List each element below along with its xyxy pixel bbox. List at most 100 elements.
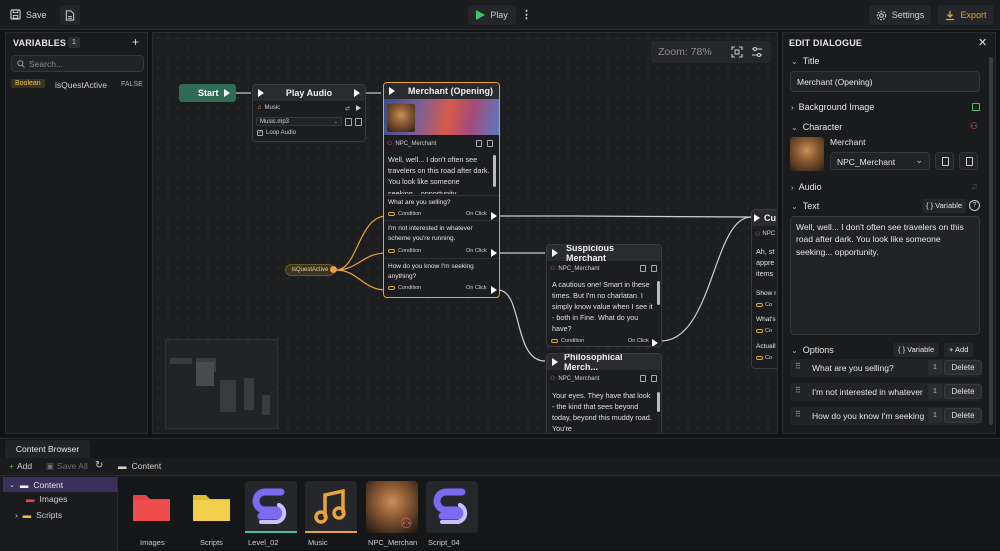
asset-script-04[interactable] bbox=[426, 481, 478, 533]
options-variable-button[interactable]: { } Variable bbox=[893, 343, 940, 357]
condition-port[interactable]: Condition bbox=[388, 285, 421, 291]
minimap[interactable] bbox=[165, 339, 278, 429]
shuffle-icon[interactable]: ⇄ bbox=[345, 105, 350, 112]
zoom-label: Zoom: 78% bbox=[658, 46, 712, 58]
option-row[interactable]: ⠿ I'm not interested in whatever 1 Delet… bbox=[790, 383, 982, 401]
merchant-opening-node[interactable]: Merchant (Opening) ⚇ NPC_Merchant Well, … bbox=[383, 82, 500, 298]
asset-music[interactable] bbox=[305, 481, 357, 533]
document-icon[interactable] bbox=[651, 265, 657, 272]
fit-screen-icon[interactable] bbox=[731, 46, 743, 58]
document-icon[interactable] bbox=[640, 265, 646, 272]
search-input[interactable]: Search... bbox=[29, 59, 63, 69]
input-play-icon[interactable] bbox=[258, 89, 264, 97]
asset-images-folder[interactable] bbox=[126, 481, 178, 533]
tree-item-images[interactable]: ▬ Images bbox=[26, 494, 67, 504]
export-button[interactable]: Export bbox=[938, 5, 994, 25]
text-section-header[interactable]: ⌄ Text bbox=[783, 197, 1000, 215]
text-variable-button[interactable]: { } Variable bbox=[922, 199, 967, 213]
condition-port[interactable]: Condition bbox=[388, 211, 421, 217]
variable-row[interactable]: Boolean isQuestActive FALSE bbox=[6, 78, 147, 92]
variable-output-port[interactable] bbox=[330, 266, 337, 273]
sliders-icon[interactable] bbox=[751, 46, 763, 58]
suspicious-merchant-node[interactable]: Suspicious Merchant ⚇ NPC_Merchant A cau… bbox=[546, 244, 662, 347]
document-icon[interactable] bbox=[345, 118, 352, 126]
input-play-icon[interactable] bbox=[552, 249, 558, 257]
delete-option-button[interactable]: Delete bbox=[944, 360, 982, 375]
audio-file-select[interactable]: Music.mp3 ⌄ bbox=[256, 117, 342, 126]
asset-level-02[interactable] bbox=[245, 481, 297, 533]
tab-content-browser[interactable]: Content Browser bbox=[5, 440, 90, 458]
loop-audio-checkbox[interactable]: ✓ Loop Audio bbox=[257, 130, 296, 136]
add-variable-button[interactable]: + bbox=[132, 35, 139, 49]
delete-option-button[interactable]: Delete bbox=[944, 384, 982, 399]
option-row[interactable]: ⠿ What are you selling? 1 Delete bbox=[790, 359, 982, 377]
cut-off-dialogue-node[interactable]: Cu ⚇ NPC Ah, st appre items Show r Co Wh… bbox=[751, 209, 777, 369]
character-select[interactable]: NPC_Merchant ⌄ bbox=[830, 152, 930, 170]
input-play-icon[interactable] bbox=[552, 358, 558, 366]
document-icon[interactable] bbox=[640, 375, 646, 382]
output-play-icon[interactable] bbox=[224, 89, 230, 97]
variable-node[interactable]: isQuestActive bbox=[285, 264, 335, 276]
document-icon[interactable] bbox=[651, 375, 657, 382]
help-icon[interactable]: ? bbox=[969, 200, 980, 211]
asset-scripts-folder[interactable] bbox=[186, 481, 238, 533]
document-icon[interactable] bbox=[355, 118, 362, 126]
option-text[interactable]: How do you know I'm seeking bbox=[812, 411, 927, 421]
tree-item-content[interactable]: ⌄ ▬ Content bbox=[3, 477, 117, 492]
output-play-icon[interactable] bbox=[652, 339, 658, 346]
open-character-button[interactable] bbox=[935, 152, 954, 170]
philosophical-merchant-node[interactable]: Philosophical Merch... ⚇ NPC_Merchant Yo… bbox=[546, 353, 662, 433]
close-icon[interactable]: ✕ bbox=[978, 36, 987, 49]
save-button[interactable]: Save bbox=[10, 9, 47, 20]
output-play-icon[interactable] bbox=[491, 249, 497, 257]
condition-port[interactable]: Co bbox=[756, 328, 772, 334]
play-audio-node[interactable]: Play Audio ♫ Music ⇄ Music.mp3 ⌄ ✓ Loop … bbox=[252, 84, 366, 142]
option-row[interactable]: ⠿ How do you know I'm seeking 1 Delete bbox=[790, 407, 982, 425]
node-graph-canvas[interactable]: Zoom: 78% Start Play Audio ♫ Music ⇄ Mus… bbox=[152, 32, 778, 434]
variables-search-field[interactable]: Search... bbox=[11, 55, 144, 72]
asset-npc-merchant[interactable]: ⚇ bbox=[366, 481, 418, 533]
character-avatar[interactable] bbox=[790, 137, 824, 171]
breadcrumb-content[interactable]: Content bbox=[132, 461, 162, 471]
output-play-icon[interactable] bbox=[491, 286, 497, 294]
edit-character-button[interactable] bbox=[959, 152, 978, 170]
drag-handle-icon[interactable]: ⠿ bbox=[795, 386, 801, 395]
drag-handle-icon[interactable]: ⠿ bbox=[795, 362, 801, 371]
condition-port[interactable]: Co bbox=[756, 355, 772, 361]
document-icon[interactable] bbox=[476, 140, 482, 147]
save-all-button[interactable]: ▣ Save All bbox=[46, 461, 88, 472]
option-text[interactable]: I'm not interested in whatever bbox=[812, 387, 927, 397]
output-play-icon[interactable] bbox=[354, 89, 360, 97]
dialogue-text-area[interactable]: Well, well... I don't often see traveler… bbox=[790, 216, 980, 335]
background-image-section-header[interactable]: › Background Image bbox=[783, 98, 1000, 116]
document-button[interactable] bbox=[60, 5, 80, 25]
scrollbar[interactable] bbox=[493, 155, 496, 187]
start-node[interactable]: Start bbox=[179, 84, 236, 102]
document-icon[interactable] bbox=[487, 140, 493, 147]
input-play-icon[interactable] bbox=[754, 214, 760, 222]
settings-button[interactable]: Settings bbox=[869, 5, 931, 25]
scrollbar[interactable] bbox=[657, 281, 660, 305]
audio-section-header[interactable]: › Audio bbox=[783, 178, 1000, 196]
play-button[interactable]: Play bbox=[468, 5, 516, 25]
condition-port[interactable]: Co bbox=[756, 302, 772, 308]
drag-handle-icon[interactable]: ⠿ bbox=[795, 410, 801, 419]
condition-port[interactable]: Condition bbox=[388, 248, 421, 254]
more-options-icon[interactable]: ⋮ bbox=[521, 8, 532, 21]
scrollbar[interactable] bbox=[657, 392, 660, 412]
refresh-icon[interactable]: ↻ bbox=[95, 460, 103, 471]
title-input[interactable]: Merchant (Opening) bbox=[790, 71, 980, 92]
variable-value[interactable]: FALSE bbox=[121, 81, 143, 88]
tree-item-scripts[interactable]: › ▬ Scripts bbox=[15, 510, 62, 520]
preview-play-icon[interactable] bbox=[356, 105, 361, 111]
add-button[interactable]: + Add bbox=[9, 461, 32, 471]
option-text[interactable]: What are you selling? bbox=[812, 363, 927, 373]
character-section-header[interactable]: ⌄ Character bbox=[783, 118, 1000, 136]
input-play-icon[interactable] bbox=[389, 87, 395, 95]
add-option-button[interactable]: + Add bbox=[944, 343, 974, 357]
output-play-icon[interactable] bbox=[491, 212, 497, 220]
panel-scrollbar[interactable] bbox=[989, 57, 993, 425]
condition-port[interactable]: Condition bbox=[551, 338, 584, 344]
title-section-header[interactable]: ⌄ Title bbox=[783, 52, 1000, 70]
delete-option-button[interactable]: Delete bbox=[944, 408, 982, 423]
